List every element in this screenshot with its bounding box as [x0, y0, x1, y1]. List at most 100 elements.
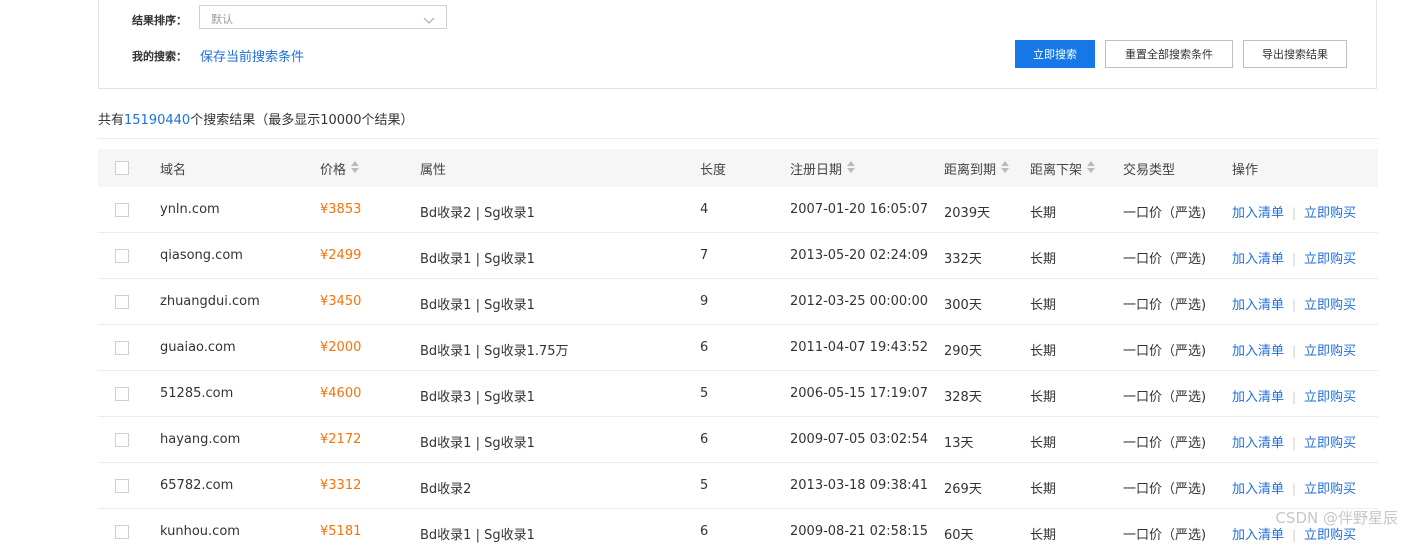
header-delist[interactable]: 距离下架: [1030, 159, 1096, 178]
expiry-cell: 290天: [944, 344, 982, 359]
divider: |: [1288, 252, 1300, 266]
header-price[interactable]: 价格: [320, 159, 360, 178]
delist-cell: 长期: [1030, 344, 1057, 359]
row-checkbox[interactable]: [115, 203, 129, 217]
sort-icon[interactable]: [847, 160, 856, 177]
add-to-list-link[interactable]: 加入清单: [1232, 390, 1284, 405]
chevron-down-icon: [423, 11, 435, 30]
trade-type-cell: 一口价（严选): [1123, 298, 1207, 313]
ops-cell: 加入清单 | 立即购买: [1232, 386, 1356, 405]
buy-now-link[interactable]: 立即购买: [1304, 528, 1356, 543]
price-cell: ¥2000: [320, 340, 362, 355]
row-checkbox[interactable]: [115, 341, 129, 355]
price-cell: ¥5181: [320, 524, 362, 539]
export-button[interactable]: 导出搜索结果: [1243, 40, 1347, 68]
sort-icon[interactable]: [1001, 160, 1010, 177]
attrs-cell: Bd收录1 | Sg收录1: [420, 436, 535, 451]
length-cell: 9: [700, 294, 709, 309]
reg-date-cell: 2012-03-25 00:00:00: [790, 294, 929, 309]
row-checkbox[interactable]: [115, 249, 129, 263]
price-cell: ¥3450: [320, 294, 362, 309]
header-reg-date[interactable]: 注册日期: [790, 159, 856, 178]
divider: |: [1288, 528, 1300, 542]
select-all-checkbox[interactable]: [115, 161, 129, 175]
attrs-cell: Bd收录1 | Sg收录1: [420, 252, 535, 267]
add-to-list-link[interactable]: 加入清单: [1232, 344, 1284, 359]
filter-panel: 结果排序： 默认 我的搜索： 保存当前搜索条件 立即搜索 重置全部搜索条件 导出…: [98, 0, 1377, 89]
row-checkbox[interactable]: [115, 525, 129, 539]
delist-cell: 长期: [1030, 482, 1057, 497]
header-trade-type: 交易类型: [1123, 163, 1176, 178]
buy-now-link[interactable]: 立即购买: [1304, 298, 1356, 313]
add-to-list-link[interactable]: 加入清单: [1232, 252, 1284, 267]
price-cell: ¥3312: [320, 478, 362, 493]
my-search-label: 我的搜索：: [132, 50, 187, 63]
add-to-list-link[interactable]: 加入清单: [1232, 206, 1284, 221]
buy-now-link[interactable]: 立即购买: [1304, 482, 1356, 497]
summary-prefix: 共有: [98, 113, 125, 128]
add-to-list-link[interactable]: 加入清单: [1232, 436, 1284, 451]
buy-now-link[interactable]: 立即购买: [1304, 436, 1356, 451]
row-checkbox[interactable]: [115, 433, 129, 447]
header-delist-label: 距离下架: [1030, 163, 1083, 178]
expiry-cell: 269天: [944, 482, 982, 497]
price-cell: ¥4600: [320, 386, 362, 401]
attrs-cell: Bd收录3 | Sg收录1: [420, 390, 535, 405]
buy-now-link[interactable]: 立即购买: [1304, 344, 1356, 359]
row-checkbox[interactable]: [115, 479, 129, 493]
reg-date-cell: 2009-08-21 02:58:15: [790, 524, 929, 539]
ops-cell: 加入清单 | 立即购买: [1232, 432, 1356, 451]
ops-cell: 加入清单 | 立即购买: [1232, 202, 1356, 221]
row-checkbox[interactable]: [115, 387, 129, 401]
domain-cell: zhuangdui.com: [160, 294, 260, 309]
trade-type-cell: 一口价（严选): [1123, 206, 1207, 221]
table-row: kunhou.com ¥5181 Bd收录1 | Sg收录1 6 2009-08…: [98, 509, 1378, 555]
divider: |: [1288, 206, 1300, 220]
buy-now-link[interactable]: 立即购买: [1304, 206, 1356, 221]
delist-cell: 长期: [1030, 298, 1057, 313]
table-row: ynln.com ¥3853 Bd收录2 | Sg收录1 4 2007-01-2…: [98, 187, 1378, 233]
delist-cell: 长期: [1030, 528, 1057, 543]
table-row: hayang.com ¥2172 Bd收录1 | Sg收录1 6 2009-07…: [98, 417, 1378, 463]
add-to-list-link[interactable]: 加入清单: [1232, 528, 1284, 543]
sort-icon[interactable]: [351, 160, 360, 177]
expiry-cell: 300天: [944, 298, 982, 313]
row-checkbox[interactable]: [115, 295, 129, 309]
sort-icon[interactable]: [1087, 160, 1096, 177]
header-expiry[interactable]: 距离到期: [944, 159, 1010, 178]
sort-select[interactable]: 默认: [199, 5, 447, 29]
watermark: CSDN @伴野星辰: [1275, 509, 1398, 527]
sort-label: 结果排序：: [132, 14, 187, 27]
search-button[interactable]: 立即搜索: [1015, 40, 1095, 68]
length-cell: 6: [700, 524, 709, 539]
reg-date-cell: 2013-05-20 02:24:09: [790, 248, 929, 263]
domain-cell: 51285.com: [160, 386, 234, 401]
expiry-cell: 332天: [944, 252, 982, 267]
length-cell: 6: [700, 432, 709, 447]
expiry-cell: 60天: [944, 528, 974, 543]
add-to-list-link[interactable]: 加入清单: [1232, 482, 1284, 497]
buy-now-link[interactable]: 立即购买: [1304, 390, 1356, 405]
divider: |: [1288, 436, 1300, 450]
save-search-link[interactable]: 保存当前搜索条件: [200, 46, 304, 65]
divider: |: [1288, 390, 1300, 404]
add-to-list-link[interactable]: 加入清单: [1232, 298, 1284, 313]
divider: |: [1288, 482, 1300, 496]
reg-date-cell: 2007-01-20 16:05:07: [790, 202, 929, 217]
header-attrs: 属性: [420, 163, 447, 178]
table-row: qiasong.com ¥2499 Bd收录1 | Sg收录1 7 2013-0…: [98, 233, 1378, 279]
expiry-cell: 328天: [944, 390, 982, 405]
domain-cell: guaiao.com: [160, 340, 236, 355]
buy-now-link[interactable]: 立即购买: [1304, 252, 1356, 267]
table-row: zhuangdui.com ¥3450 Bd收录1 | Sg收录1 9 2012…: [98, 279, 1378, 325]
price-cell: ¥2172: [320, 432, 362, 447]
header-length: 长度: [700, 163, 727, 178]
table-row: 51285.com ¥4600 Bd收录3 | Sg收录1 5 2006-05-…: [98, 371, 1378, 417]
reset-button[interactable]: 重置全部搜索条件: [1105, 40, 1233, 68]
reg-date-cell: 2011-04-07 19:43:52: [790, 340, 929, 355]
header-expiry-label: 距离到期: [944, 163, 997, 178]
result-summary: 共有15190440个搜索结果（最多显示10000个结果）: [98, 109, 414, 128]
divider: |: [1288, 344, 1300, 358]
domain-cell: kunhou.com: [160, 524, 240, 539]
trade-type-cell: 一口价（严选): [1123, 528, 1207, 543]
